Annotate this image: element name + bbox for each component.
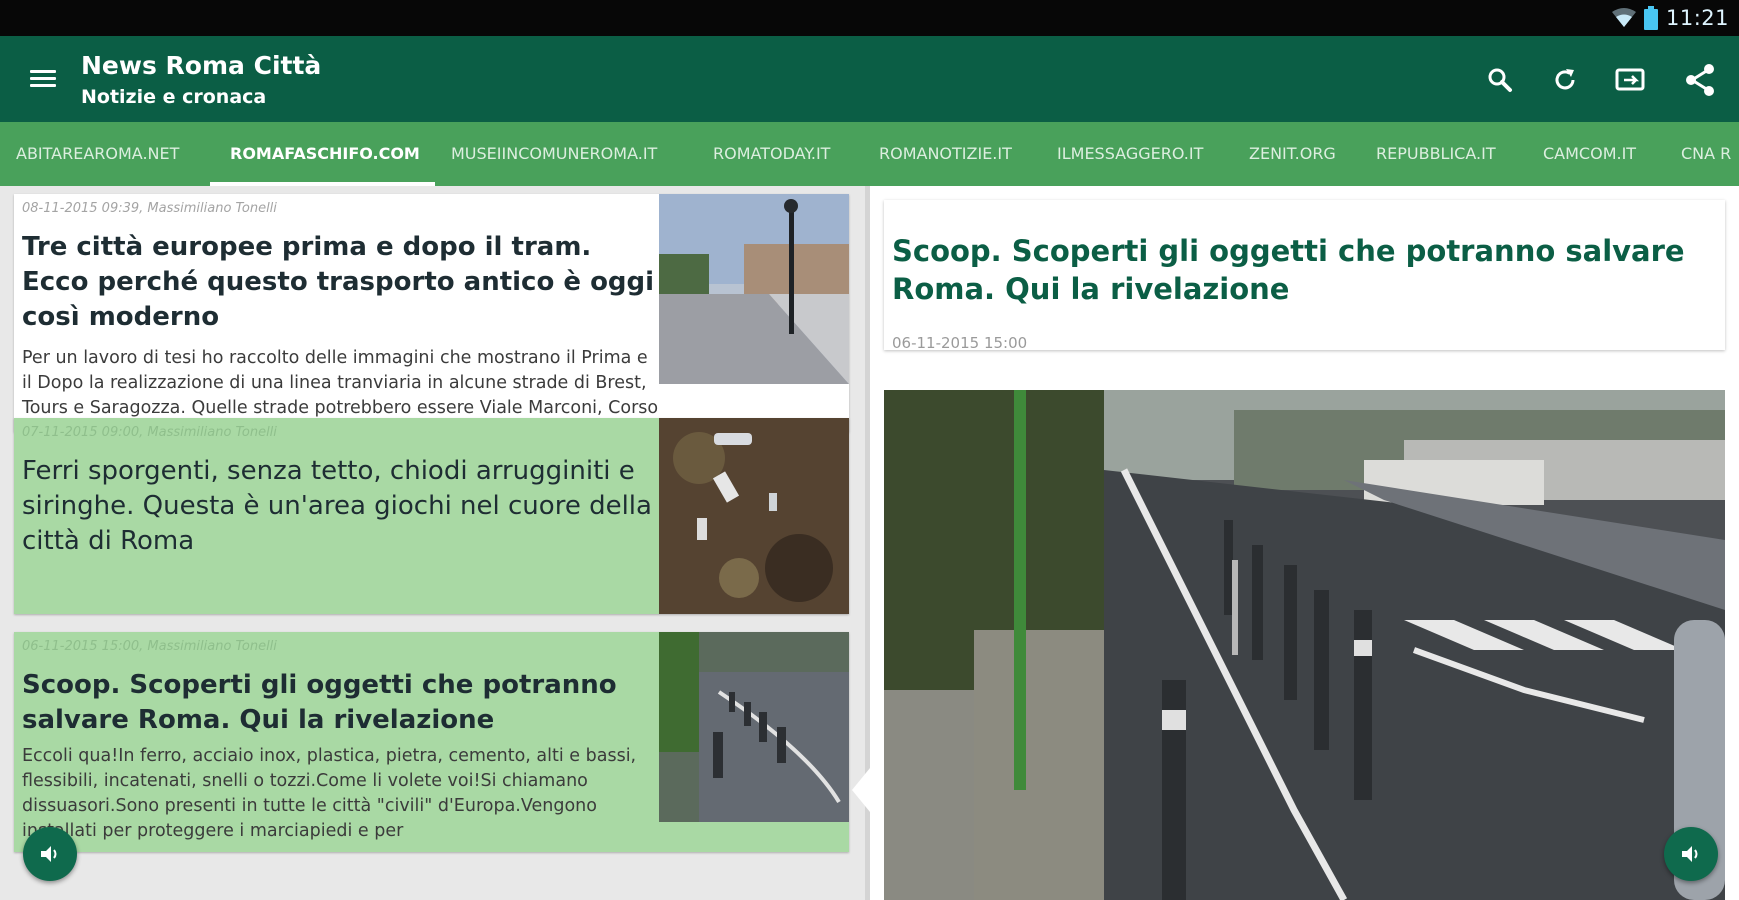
article-title: Tre città europee prima e dopo il tram. …: [22, 232, 655, 332]
tab-ilmessaggero[interactable]: ILMESSAGGERO.IT: [1057, 122, 1203, 186]
search-icon: [1488, 68, 1512, 92]
article-snippet: Eccoli qua!In ferro, acciaio inox, plast…: [22, 746, 637, 841]
cast-icon: [1615, 68, 1645, 91]
article-detail: Scoop. Scoperti gli oggetti che potranno…: [870, 186, 1739, 900]
tab-repubblica[interactable]: REPUBBLICA.IT: [1376, 122, 1496, 186]
article-meta: 07-11-2015 09:00, Massimiliano Tonelli: [22, 425, 277, 440]
app-title: News Roma Città: [81, 51, 322, 80]
battery-icon: [1643, 6, 1658, 30]
app-bar: News Roma Città Notizie e cronaca: [0, 36, 1739, 122]
refresh-icon: [1555, 69, 1575, 90]
tab-romatoday[interactable]: ROMATODAY.IT: [713, 122, 830, 186]
tab-romanotizie[interactable]: ROMANOTIZIE.IT: [879, 122, 1012, 186]
speak-fab-left[interactable]: [23, 827, 77, 881]
article-thumbnail: [659, 418, 849, 614]
article-meta: 06-11-2015 15:00, Massimiliano Tonelli: [22, 639, 277, 654]
article-title: Scoop. Scoperti gli oggetti che potranno…: [22, 670, 617, 735]
tab-cna[interactable]: CNA R: [1681, 122, 1731, 186]
list-item[interactable]: 06-11-2015 15:00, Massimiliano Tonelli S…: [14, 632, 849, 852]
cast-button[interactable]: [1610, 60, 1650, 100]
app-subtitle: Notizie e cronaca: [81, 86, 267, 108]
search-button[interactable]: [1480, 60, 1520, 100]
detail-date: 06-11-2015 15:00: [892, 334, 1028, 352]
speak-fab-right[interactable]: [1664, 827, 1718, 881]
detail-image[interactable]: [884, 390, 1725, 900]
selected-item-pointer: [852, 768, 870, 812]
tab-museiincomuneroma[interactable]: MUSEIINCOMUNEROMA.IT: [451, 122, 657, 186]
wifi-icon: [1611, 8, 1636, 27]
detail-photo: [884, 390, 1725, 900]
tab-camcom[interactable]: CAMCOM.IT: [1543, 122, 1636, 186]
status-bar: 11:21: [0, 0, 1739, 36]
tab-zenit[interactable]: ZENIT.ORG: [1249, 122, 1336, 186]
tab-abitarearoma[interactable]: ABITAREAROMA.NET: [16, 122, 179, 186]
share-button[interactable]: [1680, 60, 1720, 100]
article-thumbnail: [659, 194, 849, 384]
volume-icon: [1682, 846, 1698, 862]
detail-header: Scoop. Scoperti gli oggetti che potranno…: [884, 200, 1725, 352]
article-thumbnail: [659, 632, 849, 822]
list-item[interactable]: 08-11-2015 09:39, Massimiliano Tonelli T…: [14, 194, 849, 432]
detail-title: Scoop. Scoperti gli oggetti che potranno…: [892, 234, 1685, 306]
menu-icon[interactable]: [28, 64, 58, 94]
article-title: Ferri sporgenti, senza tetto, chiodi arr…: [22, 456, 652, 556]
volume-icon: [41, 846, 57, 862]
article-list: 08-11-2015 09:39, Massimiliano Tonelli T…: [0, 186, 865, 900]
refresh-button[interactable]: [1545, 60, 1585, 100]
status-time: 11:21: [1665, 6, 1729, 30]
list-item[interactable]: 07-11-2015 09:00, Massimiliano Tonelli F…: [14, 418, 849, 614]
tab-romafaschifo[interactable]: ROMAFASCHIFO.COM: [230, 122, 420, 186]
article-meta: 08-11-2015 09:39, Massimiliano Tonelli: [22, 201, 277, 216]
share-icon: [1686, 64, 1714, 96]
source-tabs: ABITAREAROMA.NET ROMAFASCHIFO.COM MUSEII…: [0, 122, 1739, 186]
